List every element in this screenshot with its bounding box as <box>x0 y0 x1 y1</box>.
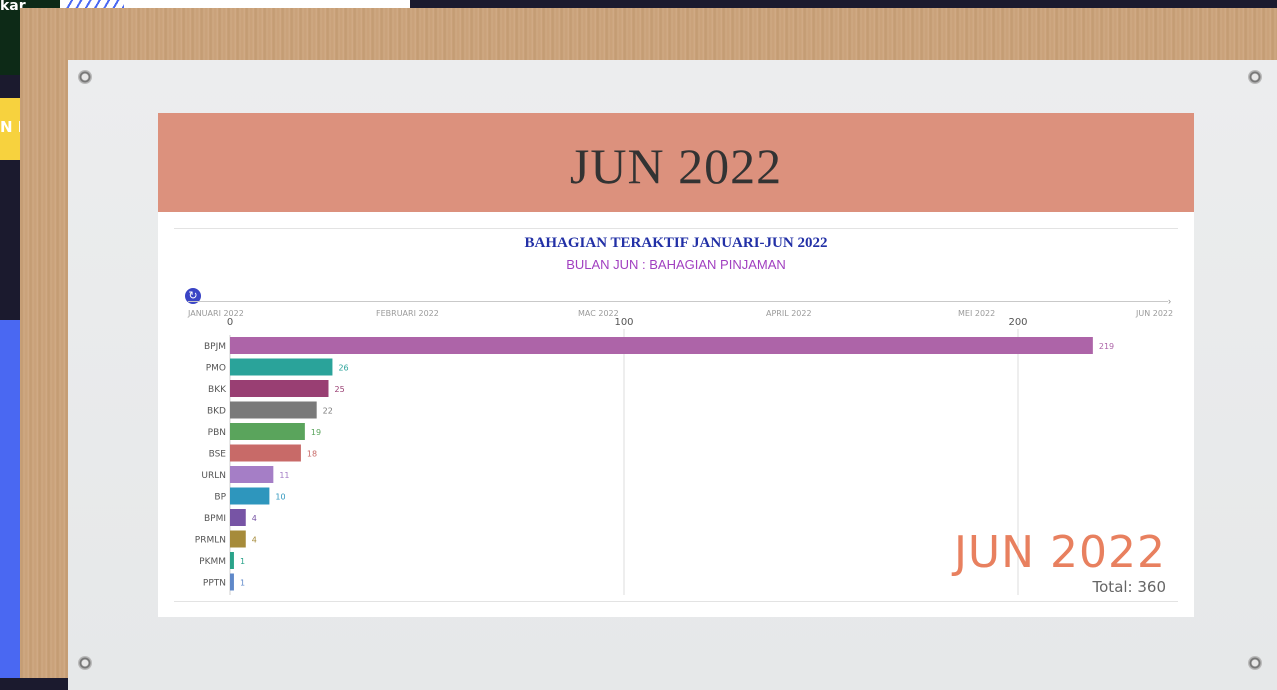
value-label: 19 <box>311 428 321 437</box>
bar-pmo <box>230 358 333 376</box>
value-label: 1 <box>240 579 245 588</box>
pin-icon <box>1248 70 1262 84</box>
bar-bkk <box>230 380 329 397</box>
bar-pptn <box>230 573 234 591</box>
value-label: 11 <box>279 471 289 480</box>
value-label: 4 <box>252 514 257 523</box>
banner-title: JUN 2022 <box>569 138 783 194</box>
bar-pbn <box>230 423 305 440</box>
category-label: BP <box>214 493 226 503</box>
chart-card: BAHAGIAN TERAKTIF JANUARI-JUN 2022 BULAN… <box>158 212 1194 617</box>
pin-icon <box>1248 656 1262 670</box>
category-label: BPJM <box>204 342 226 352</box>
bar-bkd <box>230 401 317 419</box>
value-label: 10 <box>275 493 285 502</box>
category-label: PKMM <box>199 557 226 567</box>
category-label: BPMI <box>204 514 226 524</box>
x-tick-label: 100 <box>614 317 633 328</box>
category-label: URLN <box>201 471 226 481</box>
bar-pkmm <box>230 552 234 569</box>
category-label: PBN <box>208 428 226 438</box>
bar-bpjm <box>230 337 1093 354</box>
category-label: BSE <box>209 450 227 460</box>
value-label: 219 <box>1099 342 1114 351</box>
bar-bp <box>230 487 270 505</box>
category-label: BKD <box>207 407 226 417</box>
bar-bpmi <box>230 509 246 526</box>
pin-icon <box>78 656 92 670</box>
title-banner: JUN 2022 <box>158 113 1194 212</box>
bar-urln <box>230 466 274 483</box>
x-tick-label: 200 <box>1008 317 1027 328</box>
value-label: 1 <box>240 557 245 566</box>
category-label: BKK <box>208 385 227 395</box>
period-label: JUN 2022 <box>953 527 1166 578</box>
value-label: 18 <box>307 450 317 459</box>
value-label: 26 <box>338 364 348 373</box>
value-label: 22 <box>323 407 333 416</box>
value-label: 4 <box>252 536 257 545</box>
bar-bse <box>230 444 301 462</box>
value-label: 25 <box>335 385 345 394</box>
category-label: PPTN <box>203 579 226 589</box>
bar-prmln <box>230 530 246 548</box>
x-tick-label: 0 <box>227 317 233 328</box>
category-label: PRMLN <box>195 536 226 546</box>
pin-icon <box>78 70 92 84</box>
category-label: PMO <box>206 364 226 374</box>
total-label: Total: 360 <box>1092 578 1166 596</box>
